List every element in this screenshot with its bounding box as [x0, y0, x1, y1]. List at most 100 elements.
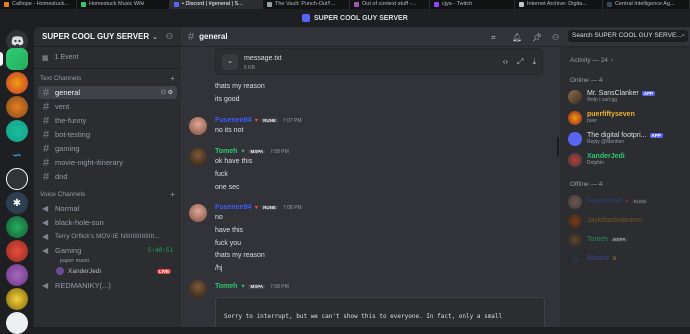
code-icon[interactable]: ‹›: [503, 57, 508, 67]
member-item[interactable]: Wizard ♛: [568, 252, 688, 266]
app-badge: APP: [641, 91, 656, 96]
server-icon[interactable]: ✱: [6, 192, 28, 214]
server-icon[interactable]: [6, 96, 28, 118]
username[interactable]: Tomeh: [215, 148, 237, 155]
channel-settings-icons[interactable]: ⚇ ⚙: [161, 89, 173, 96]
channel-label: Terry Orflick's MOV-IE NIIIIIIIIIIIIIIII…: [55, 233, 160, 240]
search-input[interactable]: Search SUPER COOL GUY SERVE... ⌕: [568, 30, 688, 42]
channel-vent[interactable]: # vent: [38, 100, 177, 113]
browser-tab[interactable]: Homestuck Music Wiki: [77, 0, 170, 9]
channel-dnd[interactable]: # dnd: [38, 170, 177, 183]
timestamp: 7:08 PM: [270, 283, 289, 290]
hash-icon: #: [42, 86, 50, 99]
channel-label: vent: [55, 102, 70, 111]
voice-user[interactable]: XanderJedi LIVE: [34, 266, 181, 276]
add-channel-icon[interactable]: +: [170, 74, 175, 83]
search-placeholder: Search SUPER COOL GUY SERVE...: [572, 32, 682, 39]
heart-icon: ♥: [625, 198, 629, 205]
app-badge: APP: [649, 133, 663, 138]
member-item[interactable]: Fusenen94 ♥ RUNE: [568, 195, 688, 209]
threads-icon[interactable]: ⌗: [491, 33, 496, 43]
avatar: [568, 111, 582, 125]
member-item[interactable]: Mr. SansClanker APP /help | carl.gg: [568, 90, 688, 104]
activity-header[interactable]: Activity — 24 ›: [570, 57, 613, 64]
voice-channel-normal[interactable]: ◀ Normal: [38, 202, 177, 215]
message-line: thats my reason: [215, 252, 265, 259]
voice-channel-next[interactable]: ◀ REDMANIKY(...): [38, 279, 177, 292]
category-text-channels[interactable]: Text Channels +: [34, 74, 181, 83]
member-item[interactable]: The digital footpri... APP Reply @Mention: [568, 132, 688, 146]
speaker-icon: ◀: [42, 204, 49, 213]
voice-channel-gaming[interactable]: ◀ Gaming 5:40:51: [38, 244, 177, 257]
role-tag: RUNE: [261, 118, 278, 123]
member-item[interactable]: XanderJedi Dolphin: [568, 153, 688, 167]
avatar[interactable]: [189, 117, 207, 135]
add-member-icon[interactable]: ⚇: [166, 32, 173, 41]
message-line: /hj: [215, 265, 223, 272]
avatar[interactable]: [189, 280, 207, 298]
channel-movie-night[interactable]: # movie-night-itinerary: [38, 156, 177, 169]
server-icon-selected[interactable]: [6, 48, 28, 70]
username[interactable]: Tomeh: [215, 283, 237, 290]
browser-tab-active[interactable]: • Discord | #general | S...: [170, 0, 263, 9]
channel-general[interactable]: # general ⚇ ⚙: [38, 86, 177, 99]
hash-icon: #: [42, 100, 50, 113]
member-item[interactable]: Jackblackolantern: [568, 214, 688, 228]
add-channel-icon[interactable]: +: [170, 190, 175, 199]
member-name: Fusenen94: [587, 198, 623, 205]
expand-icon[interactable]: ⌄: [222, 54, 238, 70]
bell-icon[interactable]: 🔔︎: [512, 33, 522, 42]
channel-the-funny[interactable]: # the-funny: [38, 114, 177, 127]
member-item[interactable]: Tomeh MSPA: [568, 233, 688, 247]
server-icon[interactable]: [6, 288, 28, 310]
server-icon[interactable]: [6, 264, 28, 286]
fullscreen-icon[interactable]: ⤢: [517, 57, 523, 67]
browser-tab[interactable]: Out of context stuff -...: [350, 0, 430, 9]
file-attachment[interactable]: ⌄ message.txt 5 KB ‹› ⤢ ⤓: [215, 48, 543, 75]
server-icon[interactable]: [6, 240, 28, 262]
server-header[interactable]: SUPER COOL GUY SERVER ⌄ ⚇: [34, 27, 181, 47]
server-icon[interactable]: [6, 168, 28, 190]
crown-icon: ♛: [611, 256, 618, 262]
member-list-icon[interactable]: ⚇: [552, 33, 559, 42]
server-icon[interactable]: [6, 216, 28, 238]
message-line: fuck you: [215, 240, 242, 247]
browser-tab[interactable]: Central Intelligence Ag...: [603, 0, 690, 9]
browser-tab[interactable]: The Vault: Punch-Out!!...: [263, 0, 350, 9]
pin-icon[interactable]: 📌︎: [532, 33, 542, 42]
voice-channel-terry[interactable]: ◀ Terry Orflick's MOV-IE NIIIIIIIIIIIIIII…: [38, 230, 177, 243]
activity-label: Activity — 24: [570, 57, 608, 64]
category-voice-channels[interactable]: Voice Channels +: [34, 190, 181, 199]
avatar: [568, 90, 582, 104]
voice-channel-black-hole-sun[interactable]: ◀ black-hole-sun: [38, 216, 177, 229]
server-icon[interactable]: [6, 72, 28, 94]
events-row[interactable]: ▦ 1 Event: [34, 47, 181, 69]
download-icon[interactable]: ⤓: [532, 57, 536, 67]
server-icon[interactable]: ∽: [6, 144, 28, 166]
avatar[interactable]: [189, 148, 207, 166]
browser-tab[interactable]: cjya - Twitch: [430, 0, 515, 9]
hash-icon: #: [188, 30, 195, 43]
avatar[interactable]: [189, 204, 207, 222]
channel-bot-testing[interactable]: # bot-testing: [38, 128, 177, 141]
server-icon[interactable]: [6, 312, 28, 334]
channel-label: dnd: [55, 172, 68, 181]
server-icon[interactable]: [6, 120, 28, 142]
member-item[interactable]: puerfiftyseven puer: [568, 111, 688, 125]
username[interactable]: Fusenen94: [215, 117, 252, 124]
channel-label: gaming: [55, 144, 80, 153]
browser-tab[interactable]: Calliope - Homestuck...: [0, 0, 77, 9]
hash-icon: #: [42, 156, 50, 169]
channel-label: black-hole-sun: [55, 218, 104, 227]
server-icon: [302, 14, 310, 22]
role-tag: RUNE: [261, 205, 278, 210]
scrollbar-thumb[interactable]: [557, 137, 559, 157]
channel-gaming[interactable]: # gaming: [38, 142, 177, 155]
member-status: puer: [587, 118, 598, 124]
member-name: Tomeh: [587, 236, 609, 243]
message-line: no: [215, 214, 223, 221]
speaker-icon: ◀: [42, 281, 49, 290]
username[interactable]: Fusenen94: [215, 204, 252, 211]
role-icon: ✦: [240, 284, 246, 290]
browser-tab[interactable]: Internet Archive: Digita...: [515, 0, 603, 9]
